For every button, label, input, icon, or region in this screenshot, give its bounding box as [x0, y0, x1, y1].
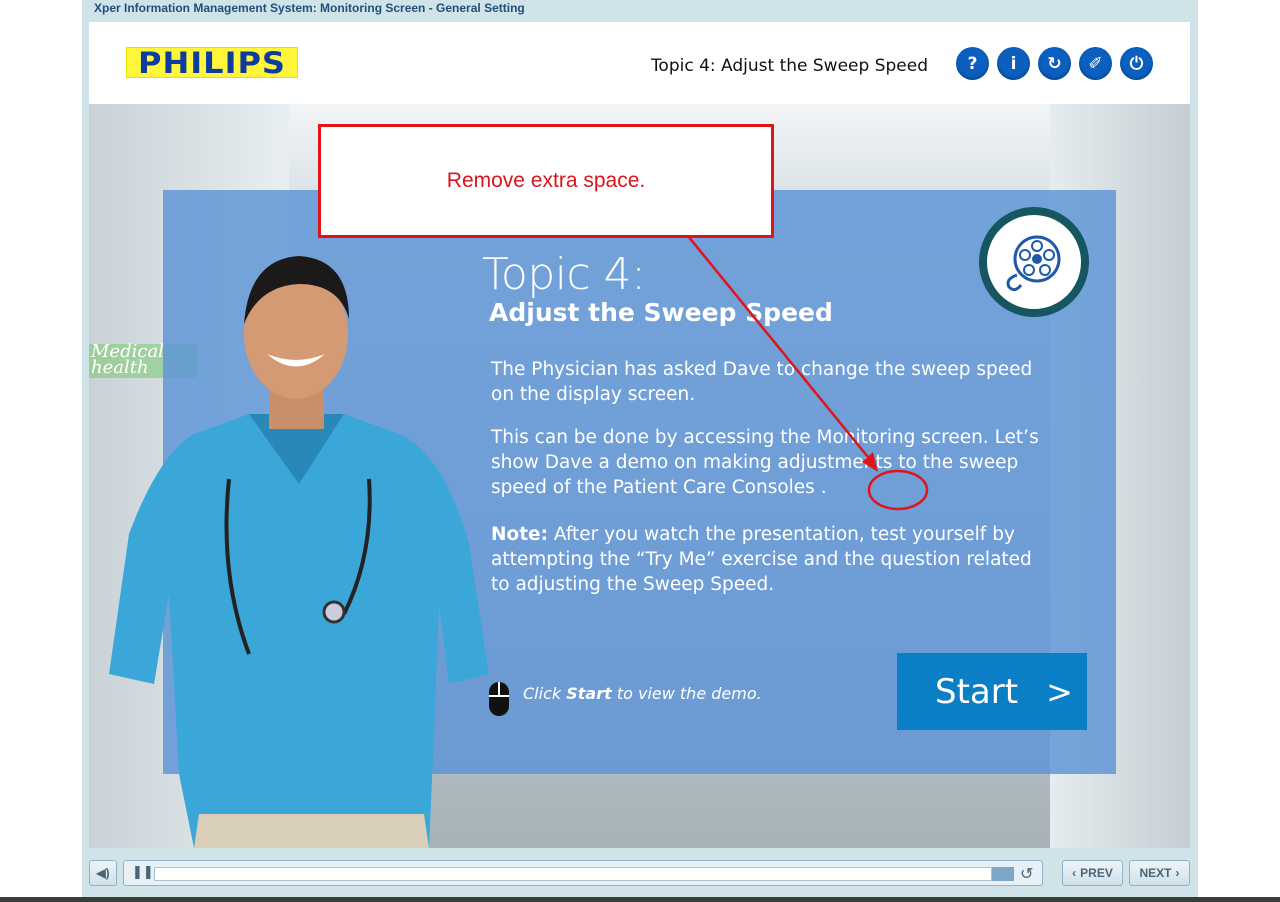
playback-bar: ◀) ❚❚ ↺ ‹ PREV NEXT › — [89, 860, 1190, 888]
note-text: After you watch the presentation, test y… — [491, 524, 1032, 595]
nurse-illustration — [109, 256, 489, 848]
help-button[interactable]: ? — [956, 47, 989, 80]
start-button[interactable]: Start > — [897, 653, 1087, 730]
annotation-text: Remove extra space. — [446, 169, 646, 192]
pen-icon: ✐ — [1088, 53, 1103, 74]
header-bar: PHILIPS Topic 4: Adjust the Sweep Speed … — [89, 22, 1190, 104]
logo-text: PHILIPS — [138, 45, 286, 80]
chevron-left-icon: ‹ — [1072, 866, 1077, 880]
prev-label: PREV — [1080, 866, 1113, 880]
help-icon: ? — [967, 53, 978, 74]
exit-button[interactable]: ⏻ — [1120, 47, 1153, 80]
philips-logo: PHILIPS — [126, 47, 298, 78]
speaker-icon: ◀) — [96, 866, 110, 880]
film-reel-icon — [979, 207, 1089, 317]
replay-button[interactable]: ↻ — [1038, 47, 1071, 80]
chevron-right-icon: > — [1046, 672, 1073, 711]
info-icon: i — [1010, 53, 1017, 74]
rewind-icon[interactable]: ↺ — [1020, 864, 1033, 883]
pause-icon[interactable]: ❚❚ — [132, 865, 154, 880]
start-label: Start — [935, 671, 1019, 712]
note-paragraph: Note: After you watch the presentation, … — [491, 522, 1051, 597]
slide-heading-line1: Topic 4: — [482, 249, 646, 300]
note-label: Note: — [491, 524, 548, 545]
slide-heading-line2: Adjust the Sweep Speed — [489, 298, 833, 327]
power-icon: ⏻ — [1129, 53, 1144, 74]
replay-icon: ↻ — [1047, 53, 1062, 74]
volume-button[interactable]: ◀) — [89, 860, 117, 886]
intro-paragraph: The Physician has asked Dave to change t… — [491, 359, 1033, 405]
glossary-button[interactable]: ✐ — [1079, 47, 1112, 80]
progress-bar[interactable] — [154, 867, 992, 881]
chevron-right-small-icon: › — [1175, 866, 1180, 880]
taskbar-edge — [0, 897, 1280, 902]
progress-fill — [992, 867, 1014, 881]
mouse-icon — [489, 682, 509, 716]
instruction-paragraph: This can be done by accessing the Monito… — [491, 427, 1039, 498]
next-button[interactable]: NEXT › — [1129, 860, 1190, 886]
info-button[interactable]: i — [997, 47, 1030, 80]
next-label: NEXT — [1139, 866, 1172, 880]
topic-title: Topic 4: Adjust the Sweep Speed — [650, 56, 928, 76]
start-hint: Click Start to view the demo. — [523, 684, 762, 703]
review-annotation-callout: Remove extra space. — [318, 124, 774, 238]
window-title: Xper Information Management System: Moni… — [94, 1, 525, 15]
progress-track: ❚❚ ↺ — [123, 860, 1043, 886]
prev-button[interactable]: ‹ PREV — [1062, 860, 1123, 886]
